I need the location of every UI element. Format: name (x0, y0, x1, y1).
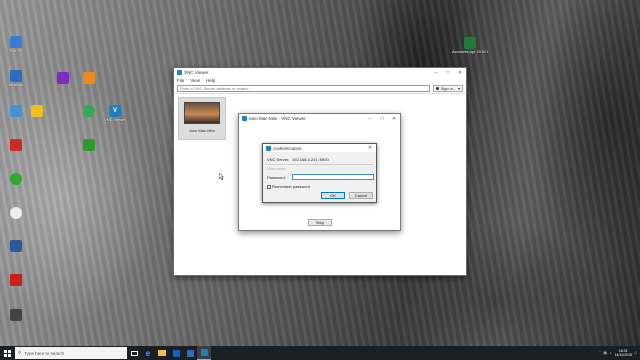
taskbar: ⚲ Type here to search e ˆ ▤ ♪ 18:31 14/1… (0, 346, 640, 360)
menu-bar: File View Help (174, 77, 466, 84)
sign-in-label: Sign in... (440, 86, 457, 91)
mouse-cursor-icon (219, 173, 224, 180)
app-icon (10, 173, 22, 185)
network-icon (10, 70, 22, 82)
password-input[interactable] (292, 174, 374, 180)
app-icon (10, 139, 22, 151)
edge-icon: e (145, 348, 151, 358)
clock-date: 14/11/2018 (614, 353, 632, 357)
remember-password-checkbox[interactable]: Remember password (267, 184, 310, 189)
windows-icon (3, 349, 11, 357)
server-value: 192.168.0.241::5900 (292, 157, 329, 162)
app-icon (10, 240, 22, 252)
taskbar-file-explorer[interactable] (155, 346, 169, 360)
desktop-icon-app-4[interactable] (1, 207, 31, 220)
network-icon[interactable]: ▤ (604, 351, 607, 355)
search-placeholder: Type here to search (24, 350, 65, 356)
desktop-icon-filezilla[interactable] (1, 274, 31, 287)
app-icon (57, 72, 69, 84)
close-icon[interactable]: ✕ (454, 68, 466, 77)
app-icon (83, 72, 95, 84)
app-icon (31, 105, 43, 117)
menu-view[interactable]: View (190, 78, 200, 83)
system-tray: ˆ ▤ ♪ 18:31 14/11/2018 □ (599, 349, 640, 357)
computer-icon (10, 36, 22, 48)
desktop-icon-app-3[interactable] (1, 173, 31, 186)
start-button[interactable] (0, 346, 14, 360)
minimize-icon[interactable]: – (364, 114, 376, 123)
desktop-icon-app-2[interactable] (1, 139, 31, 152)
username-label: Username: (267, 166, 287, 171)
desktop-thumbnail (184, 102, 220, 124)
taskbar-edge[interactable]: e (141, 346, 155, 360)
taskbar-vnc-viewer[interactable] (197, 346, 211, 360)
close-icon[interactable]: ✕ (388, 114, 400, 123)
computer-name: Iano Mac-Mini (189, 128, 215, 133)
window-title: VNC Viewer (184, 70, 209, 75)
chevron-up-icon[interactable]: ˆ (599, 351, 600, 355)
desktop-icon-app-9[interactable] (74, 72, 104, 85)
desktop-icon-app-7[interactable] (22, 105, 52, 118)
volume-icon[interactable]: ♪ (610, 351, 612, 355)
menu-help[interactable]: Help (206, 78, 215, 83)
taskbar-search[interactable]: ⚲ Type here to search (15, 347, 127, 359)
desktop-icon-app-6[interactable] (1, 309, 31, 322)
desktop-icon-this-pc[interactable]: This PC (1, 36, 31, 54)
sign-in-button[interactable]: Sign in... ▾ (433, 85, 463, 92)
divider (266, 164, 373, 165)
vnc-viewer-icon (266, 145, 271, 151)
desktop-icon-app-5[interactable] (1, 240, 31, 253)
desktop-icon-accounts-file[interactable]: Accounts Apr 2018 to Apr (452, 37, 488, 55)
app-icon (83, 139, 95, 151)
app-icon (10, 105, 22, 117)
remember-password-label: Remember password (272, 184, 311, 189)
title-bar[interactable]: VNC Viewer – □ ✕ (174, 68, 466, 77)
password-label: Password: (267, 175, 286, 180)
menu-file[interactable]: File (177, 78, 184, 83)
authentication-dialog[interactable]: Authentication ✕ VNC Server: 192.168.0.2… (262, 143, 377, 203)
ok-button[interactable]: OK (321, 192, 345, 199)
desktop-icon-app-11[interactable] (74, 139, 104, 152)
taskbar-outlook[interactable] (169, 346, 183, 360)
app-icon (10, 309, 22, 321)
vnc-viewer-icon (200, 349, 208, 356)
minimize-icon[interactable]: – (430, 68, 442, 77)
connection-title: Iano Mac-Mini - VNC Viewer (249, 116, 306, 121)
app-icon (83, 105, 95, 117)
desktop-icon-vnc-viewer[interactable]: V VNC Viewer (100, 105, 130, 123)
outlook-icon (172, 349, 180, 357)
auth-title: Authentication (273, 145, 302, 151)
desktop-icon-network[interactable]: Network (1, 70, 31, 88)
vnc-viewer-icon: V (109, 105, 121, 117)
computer-card[interactable]: Iano Mac-Mini (178, 97, 226, 140)
task-view-icon (130, 350, 138, 356)
auth-title-bar[interactable]: Authentication ✕ (263, 144, 376, 152)
maximize-icon[interactable]: □ (442, 68, 454, 77)
filezilla-icon (10, 274, 22, 286)
address-input[interactable]: Enter a VNC Server address or search (177, 85, 430, 92)
user-icon (436, 87, 439, 90)
vnc-viewer-icon (242, 116, 247, 121)
checkbox-box[interactable] (267, 184, 271, 189)
server-label: VNC Server: (267, 157, 290, 162)
chevron-down-icon: ▾ (457, 86, 460, 91)
vnc-viewer-icon (177, 70, 182, 75)
maximize-icon[interactable]: □ (376, 114, 388, 123)
app-icon (186, 349, 194, 357)
spreadsheet-icon (464, 37, 476, 49)
connection-title-bar[interactable]: Iano Mac-Mini - VNC Viewer – □ ✕ (239, 114, 400, 123)
cancel-button[interactable]: Cancel (349, 192, 373, 199)
clock[interactable]: 18:31 14/11/2018 (615, 349, 632, 357)
search-icon: ⚲ (18, 350, 22, 355)
taskbar-app[interactable] (183, 346, 197, 360)
app-icon (10, 207, 22, 219)
stop-button[interactable]: Stop (308, 219, 332, 226)
folder-icon (158, 350, 166, 356)
toolbar: Enter a VNC Server address or search Sig… (174, 84, 466, 94)
task-view-button[interactable] (127, 346, 141, 360)
notifications-icon[interactable]: □ (635, 351, 637, 355)
close-icon[interactable]: ✕ (364, 144, 376, 153)
